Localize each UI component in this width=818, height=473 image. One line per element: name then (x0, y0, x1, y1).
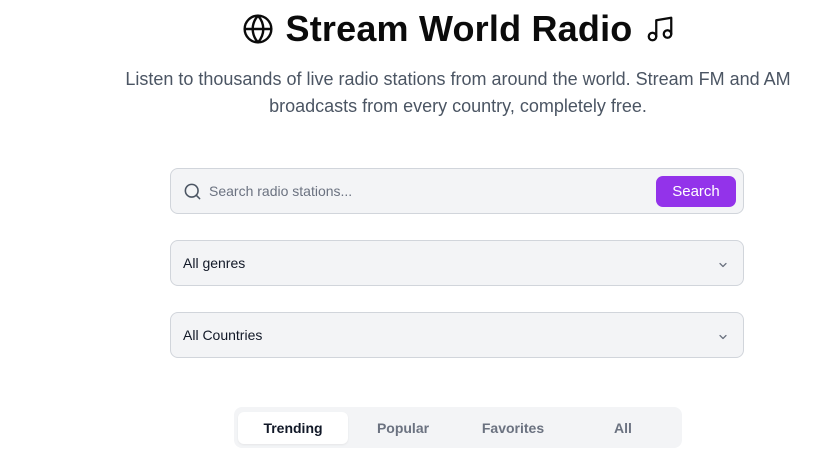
country-select[interactable]: All Countries (170, 312, 744, 358)
chevron-down-icon (717, 330, 729, 348)
search-icon (183, 182, 202, 206)
search-button[interactable]: Search (656, 176, 736, 207)
chevron-down-icon (717, 258, 729, 276)
tab-all[interactable]: All (568, 412, 678, 444)
tab-trending[interactable]: Trending (238, 411, 348, 444)
search-input[interactable] (209, 169, 649, 213)
page: Stream World Radio Listen to thousands o… (0, 0, 818, 473)
tab-favorites[interactable]: Favorites (458, 412, 568, 444)
title-row: Stream World Radio (0, 8, 818, 50)
globe-icon (242, 13, 274, 45)
genre-select[interactable]: All genres (170, 240, 744, 286)
tab-popular[interactable]: Popular (348, 412, 458, 444)
search-bar: Search (170, 168, 744, 214)
page-subtitle: Listen to thousands of live radio statio… (125, 69, 791, 116)
genre-select-value: All genres (183, 255, 246, 271)
country-select-value: All Countries (183, 327, 263, 343)
music-note-icon (645, 14, 675, 44)
station-tabs: Trending Popular Favorites All (234, 407, 682, 448)
page-title: Stream World Radio (285, 8, 633, 49)
